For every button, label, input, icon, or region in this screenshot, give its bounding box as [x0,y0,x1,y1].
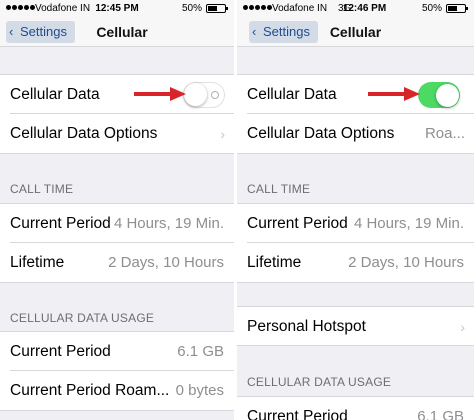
cellular-data-options-row[interactable]: Cellular Data Options Roa... [237,114,474,154]
cellular-data-options-value: Roa... [424,125,465,142]
cellular-data-usage-header: CELLULAR DATA USAGE [10,311,155,325]
right-screenshot: Vodafone IN 3G 12:46 PM 50% ‹ Settings C… [237,0,474,420]
call-time-current-period-row: Current Period 4 Hours, 19 Min. [237,203,474,243]
toggle-off-icon [211,91,219,99]
red-arrow-icon [368,87,420,101]
usage-roaming-label: Current Period Roam... [10,382,170,399]
navigation-bar: ‹ Settings Cellular [0,17,234,47]
battery-percent: 50% [421,3,442,14]
call-time-lifetime-row: Lifetime 2 Days, 10 Hours [237,243,474,283]
current-period-value: 4 Hours, 19 Min. [353,215,464,232]
cellular-data-usage-header: CELLULAR DATA USAGE [247,375,392,389]
usage-current-period-label: Current Period [10,343,111,360]
personal-hotspot-label: Personal Hotspot [247,318,366,335]
page-title: Cellular [329,24,382,40]
cellular-data-options-label: Cellular Data Options [247,125,395,142]
cellular-data-toggle[interactable] [183,82,225,108]
call-time-header: CALL TIME [247,182,311,196]
call-time-current-period-row: Current Period 4 Hours, 19 Min. [0,203,234,243]
usage-current-period-roaming-row: Current Period Roam... 0 bytes [0,371,234,411]
battery-icon [446,4,468,13]
personal-hotspot-row[interactable]: Personal Hotspot › [237,306,474,346]
cellular-data-row: Cellular Data [0,74,234,114]
chevron-right-icon: › [220,126,225,142]
battery-percent: 50% [181,3,202,14]
lifetime-value: 2 Days, 10 Hours [348,254,464,271]
lifetime-label: Lifetime [10,254,65,271]
red-arrow-icon [134,87,186,101]
current-period-label: Current Period [247,215,348,232]
cellular-data-options-row[interactable]: Cellular Data Options › [0,114,234,154]
cellular-data-label: Cellular Data [10,86,100,103]
call-time-lifetime-row: Lifetime 2 Days, 10 Hours [0,243,234,283]
cellular-data-toggle[interactable] [418,82,460,108]
page-title: Cellular [96,24,148,40]
chevron-right-icon: › [460,319,465,335]
battery-icon [206,4,228,13]
current-period-value: 4 Hours, 19 Min. [113,215,224,232]
status-bar: Vodafone IN 12:45 PM 50% [0,0,234,17]
usage-current-period-row: Current Period 6.1 GB [0,331,234,371]
cellular-data-options-label: Cellular Data Options [10,125,158,142]
cellular-data-label: Cellular Data [247,86,337,103]
left-screenshot: Vodafone IN 12:45 PM 50% ‹ Settings Cell… [0,0,234,420]
usage-roaming-value: 0 bytes [175,382,224,399]
usage-current-period-value: 6.1 GB [177,343,224,360]
current-period-label: Current Period [10,215,111,232]
lifetime-label: Lifetime [247,254,302,271]
lifetime-value: 2 Days, 10 Hours [108,254,224,271]
toggle-knob [436,83,459,107]
cellular-data-row: Cellular Data [237,74,474,114]
navigation-bar: ‹ Settings Cellular [237,17,474,47]
usage-current-period-label: Current Period [247,408,348,420]
usage-current-period-value: 6.1 GB [417,408,464,420]
call-time-header: CALL TIME [10,182,74,196]
usage-current-period-row: Current Period 6.1 GB [237,396,474,420]
toggle-knob [184,83,207,106]
status-bar: Vodafone IN 3G 12:46 PM 50% [237,0,474,17]
